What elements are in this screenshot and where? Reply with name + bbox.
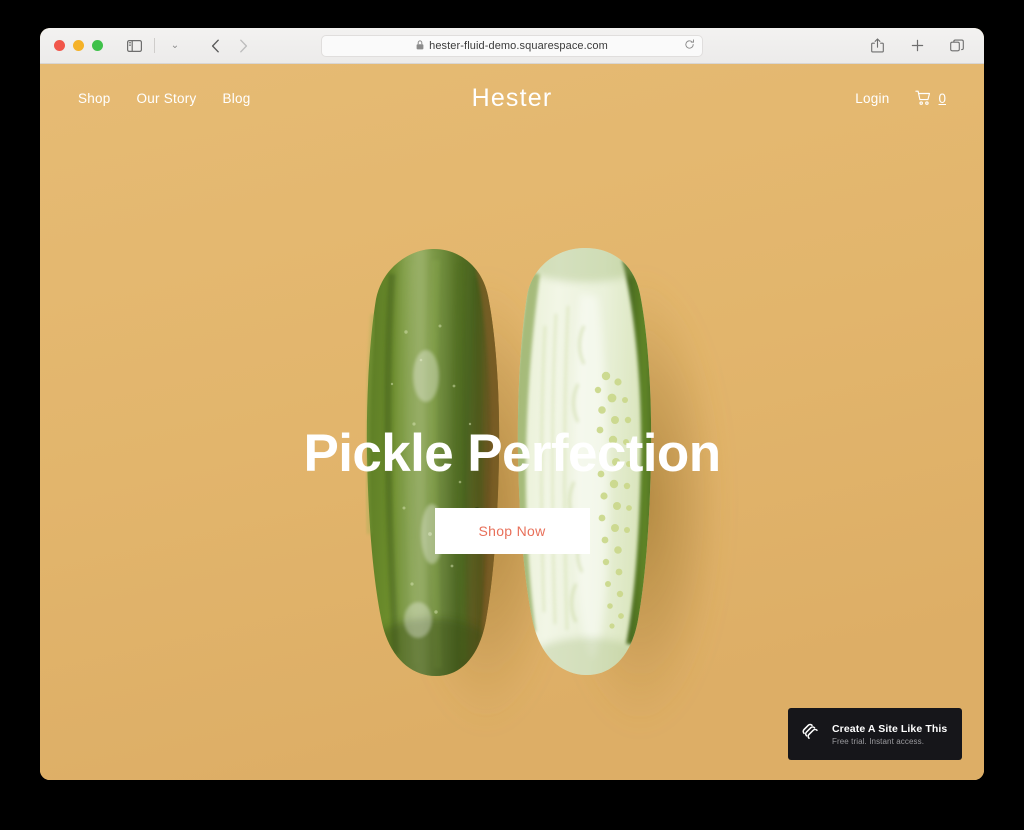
hero-headline: Pickle Perfection	[303, 424, 722, 483]
nav-item-blog[interactable]: Blog	[223, 91, 251, 106]
hero-image	[40, 64, 984, 780]
close-window-button[interactable]	[54, 40, 65, 51]
address-bar-url: hester-fluid-demo.squarespace.com	[429, 39, 608, 52]
secondary-navigation: Login 0	[855, 90, 946, 106]
shopping-cart-icon	[915, 90, 932, 106]
site-header: Shop Our Story Blog Hester Login 0	[40, 64, 984, 132]
promo-text: Create A Site Like This Free trial. Inst…	[832, 723, 947, 746]
browser-window: ⌄ hester-fluid-demo.squarespace.com Shop…	[40, 28, 984, 780]
window-controls	[54, 40, 103, 51]
nav-item-shop[interactable]: Shop	[78, 91, 111, 106]
back-button[interactable]	[202, 34, 228, 58]
cart-button[interactable]: 0	[915, 90, 946, 106]
address-bar-content: hester-fluid-demo.squarespace.com	[416, 37, 608, 55]
tabs-overview-icon[interactable]	[944, 34, 970, 58]
maximize-window-button[interactable]	[92, 40, 103, 51]
forward-button[interactable]	[230, 34, 256, 58]
squarespace-promo-banner[interactable]: Create A Site Like This Free trial. Inst…	[788, 708, 962, 760]
minimize-window-button[interactable]	[73, 40, 84, 51]
toolbar-nav-group: ⌄	[121, 34, 256, 58]
chevron-down-icon[interactable]: ⌄	[162, 34, 188, 58]
login-link[interactable]: Login	[855, 91, 889, 106]
nav-item-our-story[interactable]: Our Story	[137, 91, 197, 106]
promo-title: Create A Site Like This	[832, 722, 948, 735]
hero-content: Pickle Perfection Shop Now	[40, 426, 984, 554]
primary-navigation: Shop Our Story Blog	[78, 91, 251, 106]
hero-cta-container: Shop Now	[40, 507, 984, 554]
lock-icon	[416, 37, 424, 55]
browser-toolbar: ⌄ hester-fluid-demo.squarespace.com	[40, 28, 984, 64]
promo-subtitle: Free trial. Instant access.	[832, 736, 925, 746]
toolbar-divider	[154, 38, 155, 53]
cart-count: 0	[938, 90, 946, 106]
sidebar-icon[interactable]	[121, 34, 147, 58]
shop-now-button[interactable]: Shop Now	[434, 507, 590, 554]
share-icon[interactable]	[864, 34, 890, 58]
toolbar-actions	[864, 34, 970, 58]
new-tab-icon[interactable]	[904, 34, 930, 58]
address-bar[interactable]: hester-fluid-demo.squarespace.com	[321, 34, 703, 57]
reload-icon[interactable]	[684, 37, 695, 55]
website-viewport: Shop Our Story Blog Hester Login 0 Pickl…	[40, 64, 984, 780]
screenshot-canvas: ⌄ hester-fluid-demo.squarespace.com Shop…	[0, 0, 1024, 830]
squarespace-logo-icon	[800, 721, 822, 748]
